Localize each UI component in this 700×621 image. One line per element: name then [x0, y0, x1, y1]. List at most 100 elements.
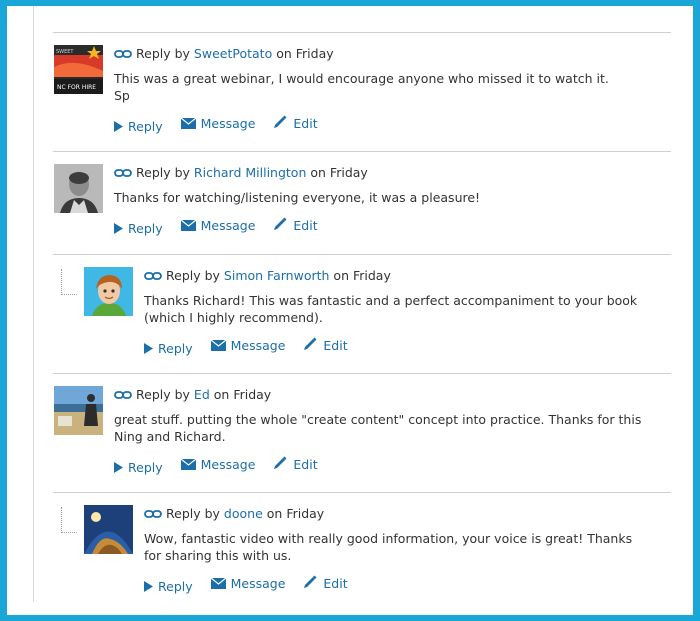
edit-label: Edit	[293, 457, 318, 472]
reply-arrow-icon	[114, 121, 123, 132]
comment-line: Wow, fantastic video with really good in…	[144, 531, 633, 546]
pencil-icon	[274, 456, 287, 469]
reply-connector	[61, 269, 77, 295]
permalink-icon[interactable]	[144, 506, 162, 518]
author-link[interactable]: Simon Farnworth	[224, 268, 330, 283]
reply-arrow-icon	[144, 343, 153, 354]
comment-day: Friday	[286, 506, 325, 521]
edit-button[interactable]: Edit	[273, 217, 318, 233]
on-label: on	[213, 387, 230, 402]
comment-day: Friday	[295, 46, 334, 61]
on-label: on	[310, 165, 326, 180]
comment-body: Reply by Simon Farnworth on Friday Thank…	[144, 267, 671, 356]
author-link[interactable]: SweetPotato	[194, 46, 272, 61]
message-button[interactable]: Message	[180, 116, 255, 131]
message-label: Message	[230, 338, 286, 353]
avatar[interactable]: SWEET NC FOR HIRE	[54, 45, 103, 94]
reply-by-label: Reply by	[166, 506, 220, 521]
reply-by-label: Reply by	[136, 165, 190, 180]
avatar[interactable]	[54, 386, 103, 435]
comment-body: Reply by doone on Friday Wow, fantastic …	[144, 505, 671, 594]
reply-label: Reply	[158, 579, 193, 594]
comment-day: Friday	[329, 165, 368, 180]
message-label: Message	[230, 576, 286, 591]
comment-header: Reply by SweetPotato on Friday	[114, 45, 671, 62]
comment-actions: Reply Message Edit	[144, 575, 671, 594]
avatar-small-text: SWEET	[56, 49, 74, 55]
reply-label: Reply	[158, 341, 193, 356]
on-label: on	[276, 46, 292, 61]
author-link[interactable]: Ed	[194, 387, 210, 402]
avatar[interactable]	[84, 267, 133, 316]
reply-label: Reply	[128, 460, 163, 475]
reply-button[interactable]: Reply	[114, 460, 163, 475]
pencil-icon	[274, 115, 287, 128]
reply-by-label: Reply by	[166, 268, 220, 283]
comment-sweetpotato: SWEET NC FOR HIRE Reply by SweetPotato o…	[53, 32, 671, 152]
comment-text: great stuff. putting the whole "create c…	[114, 411, 671, 445]
comment-line: for sharing this with us.	[144, 548, 292, 563]
envelope-icon	[210, 577, 226, 589]
comment-text: Thanks for watching/listening everyone, …	[114, 189, 671, 206]
comment-actions: Reply Message Edit	[144, 337, 671, 356]
reply-connector	[61, 507, 77, 533]
edit-button[interactable]: Edit	[273, 456, 318, 472]
reply-button[interactable]: Reply	[144, 341, 193, 356]
edit-button[interactable]: Edit	[303, 337, 348, 353]
edit-label: Edit	[293, 116, 318, 131]
edit-button[interactable]: Edit	[303, 575, 348, 591]
comment-ed: Reply by Ed on Friday great stuff. putti…	[53, 373, 671, 492]
comment-simon-farnworth: Reply by Simon Farnworth on Friday Thank…	[53, 254, 671, 373]
pencil-icon	[304, 337, 317, 350]
message-button[interactable]: Message	[180, 218, 255, 233]
envelope-icon	[180, 219, 196, 231]
on-label: on	[333, 268, 349, 283]
comment-text: Wow, fantastic video with really good in…	[144, 530, 671, 564]
envelope-icon	[210, 339, 226, 351]
author-link[interactable]: doone	[224, 506, 263, 521]
reply-button[interactable]: Reply	[114, 221, 163, 236]
author-link[interactable]: Richard Millington	[194, 165, 306, 180]
comment-actions: Reply Message Edit	[114, 115, 671, 134]
comment-body: Reply by Ed on Friday great stuff. putti…	[114, 386, 671, 475]
envelope-icon	[180, 117, 196, 129]
comment-doone: Reply by doone on Friday Wow, fantastic …	[53, 492, 671, 602]
comment-body: Reply by SweetPotato on Friday This was …	[114, 45, 671, 134]
avatar-badge-text: NC FOR HIRE	[57, 84, 96, 91]
edit-label: Edit	[323, 338, 348, 353]
comment-header: Reply by Ed on Friday	[114, 386, 671, 403]
message-button[interactable]: Message	[210, 338, 286, 353]
comment-line: Thanks Richard! This was fantastic and a…	[144, 293, 638, 308]
message-label: Message	[200, 457, 256, 472]
reply-by-label: Reply by	[136, 387, 190, 402]
reply-label: Reply	[128, 221, 163, 236]
thread-line	[33, 6, 34, 602]
permalink-icon[interactable]	[114, 165, 132, 177]
pencil-icon	[274, 217, 287, 230]
message-button[interactable]: Message	[210, 576, 286, 591]
comment-text: This was a great webinar, I would encour…	[114, 70, 671, 104]
pencil-icon	[304, 575, 317, 588]
comment-line: great stuff. putting the whole "create c…	[114, 412, 642, 427]
comment-actions: Reply Message Edit	[114, 217, 671, 236]
edit-button[interactable]: Edit	[273, 115, 318, 131]
avatar[interactable]	[54, 164, 103, 213]
reply-button[interactable]: Reply	[114, 119, 163, 134]
permalink-icon[interactable]	[114, 46, 132, 58]
comment-line: Ning and Richard.	[114, 429, 226, 444]
permalink-icon[interactable]	[144, 268, 162, 280]
avatar[interactable]	[84, 505, 133, 554]
message-button[interactable]: Message	[180, 457, 256, 472]
comment-line: (which I highly recommend).	[144, 310, 323, 325]
permalink-icon[interactable]	[114, 387, 132, 399]
comment-text: Thanks Richard! This was fantastic and a…	[144, 292, 671, 326]
reply-label: Reply	[128, 119, 163, 134]
reply-arrow-icon	[114, 223, 123, 234]
reply-arrow-icon	[144, 581, 153, 592]
reply-button[interactable]: Reply	[144, 579, 193, 594]
comment-actions: Reply Message Edit	[114, 456, 671, 475]
comment-day: Friday	[352, 268, 391, 283]
comment-line: Sp	[114, 88, 130, 103]
on-label: on	[266, 506, 283, 521]
edit-label: Edit	[323, 576, 348, 591]
